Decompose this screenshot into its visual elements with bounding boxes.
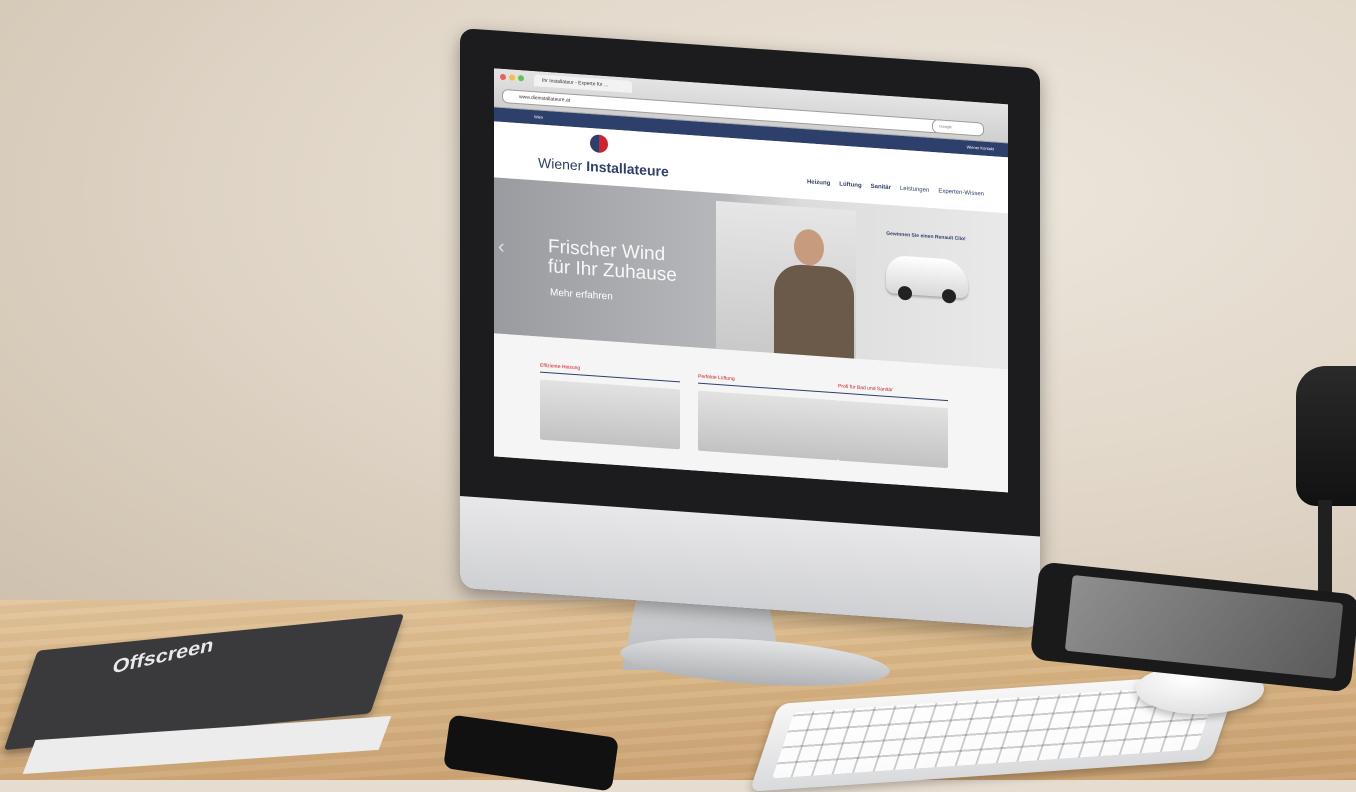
promo-badge[interactable]: Gewinnen Sie einen Renault Clio! bbox=[874, 230, 978, 243]
thermostat-image bbox=[540, 379, 680, 450]
nav-item-sanitaer[interactable]: Sanitär bbox=[871, 184, 891, 191]
topbar-right[interactable]: Wiener Kontakt bbox=[967, 144, 994, 151]
hero-person-body bbox=[774, 262, 854, 361]
bathroom-image bbox=[838, 400, 948, 469]
main-nav: Heizung Lüftung Sanitär Leistungen Exper… bbox=[807, 179, 984, 197]
chevron-left-icon[interactable]: ‹ bbox=[498, 236, 505, 259]
nav-item-lueftung[interactable]: Lüftung bbox=[839, 182, 861, 190]
magazine-stack: Offscreen bbox=[3, 613, 405, 782]
nav-item-leistungen[interactable]: Leistungen bbox=[900, 186, 929, 194]
car-image[interactable] bbox=[886, 254, 968, 299]
feature-card-sanitaer[interactable]: Profi für Bad und Sanitär bbox=[838, 383, 948, 469]
feature-title: Profi für Bad und Sanitär bbox=[838, 383, 948, 402]
site-logo[interactable]: Wiener Installateure bbox=[538, 154, 669, 179]
hero-cta-link[interactable]: Mehr erfahren bbox=[550, 287, 613, 302]
magazine-title: Offscreen bbox=[110, 634, 216, 679]
browser-tab[interactable]: Ihr Installateur - Experte für ... bbox=[534, 74, 632, 94]
window-controls bbox=[500, 73, 524, 82]
imac-monitor: Ihr Installateur - Experte für ... www.d… bbox=[460, 28, 1040, 629]
nav-item-heizung[interactable]: Heizung bbox=[807, 179, 830, 187]
feature-card-heizung[interactable]: Effiziente Heizung bbox=[540, 362, 680, 450]
close-icon[interactable] bbox=[500, 73, 506, 81]
logo-icon[interactable] bbox=[590, 134, 608, 154]
feature-card-lueftung[interactable]: Perfekte Lüftung bbox=[698, 373, 838, 461]
maximize-icon[interactable] bbox=[518, 75, 524, 82]
monitor-screen: Ihr Installateur - Experte für ... www.d… bbox=[494, 68, 1008, 493]
hero-title: Frischer Wind für Ihr Zuhause bbox=[548, 236, 677, 286]
feature-title: Effiziente Heizung bbox=[540, 362, 680, 383]
ventilation-image bbox=[698, 390, 838, 461]
nav-item-experten-wissen[interactable]: Experten-Wissen bbox=[938, 188, 984, 197]
logo-text-regular: Wiener bbox=[538, 154, 583, 174]
topbar-left[interactable]: Wien bbox=[534, 114, 543, 120]
logo-text-bold: Installateure bbox=[586, 157, 669, 180]
search-field[interactable]: Google bbox=[932, 119, 984, 137]
lamp-arm bbox=[1318, 500, 1332, 600]
desk-lamp bbox=[1296, 366, 1356, 506]
minimize-icon[interactable] bbox=[509, 74, 515, 81]
feature-title: Perfekte Lüftung bbox=[698, 373, 838, 394]
